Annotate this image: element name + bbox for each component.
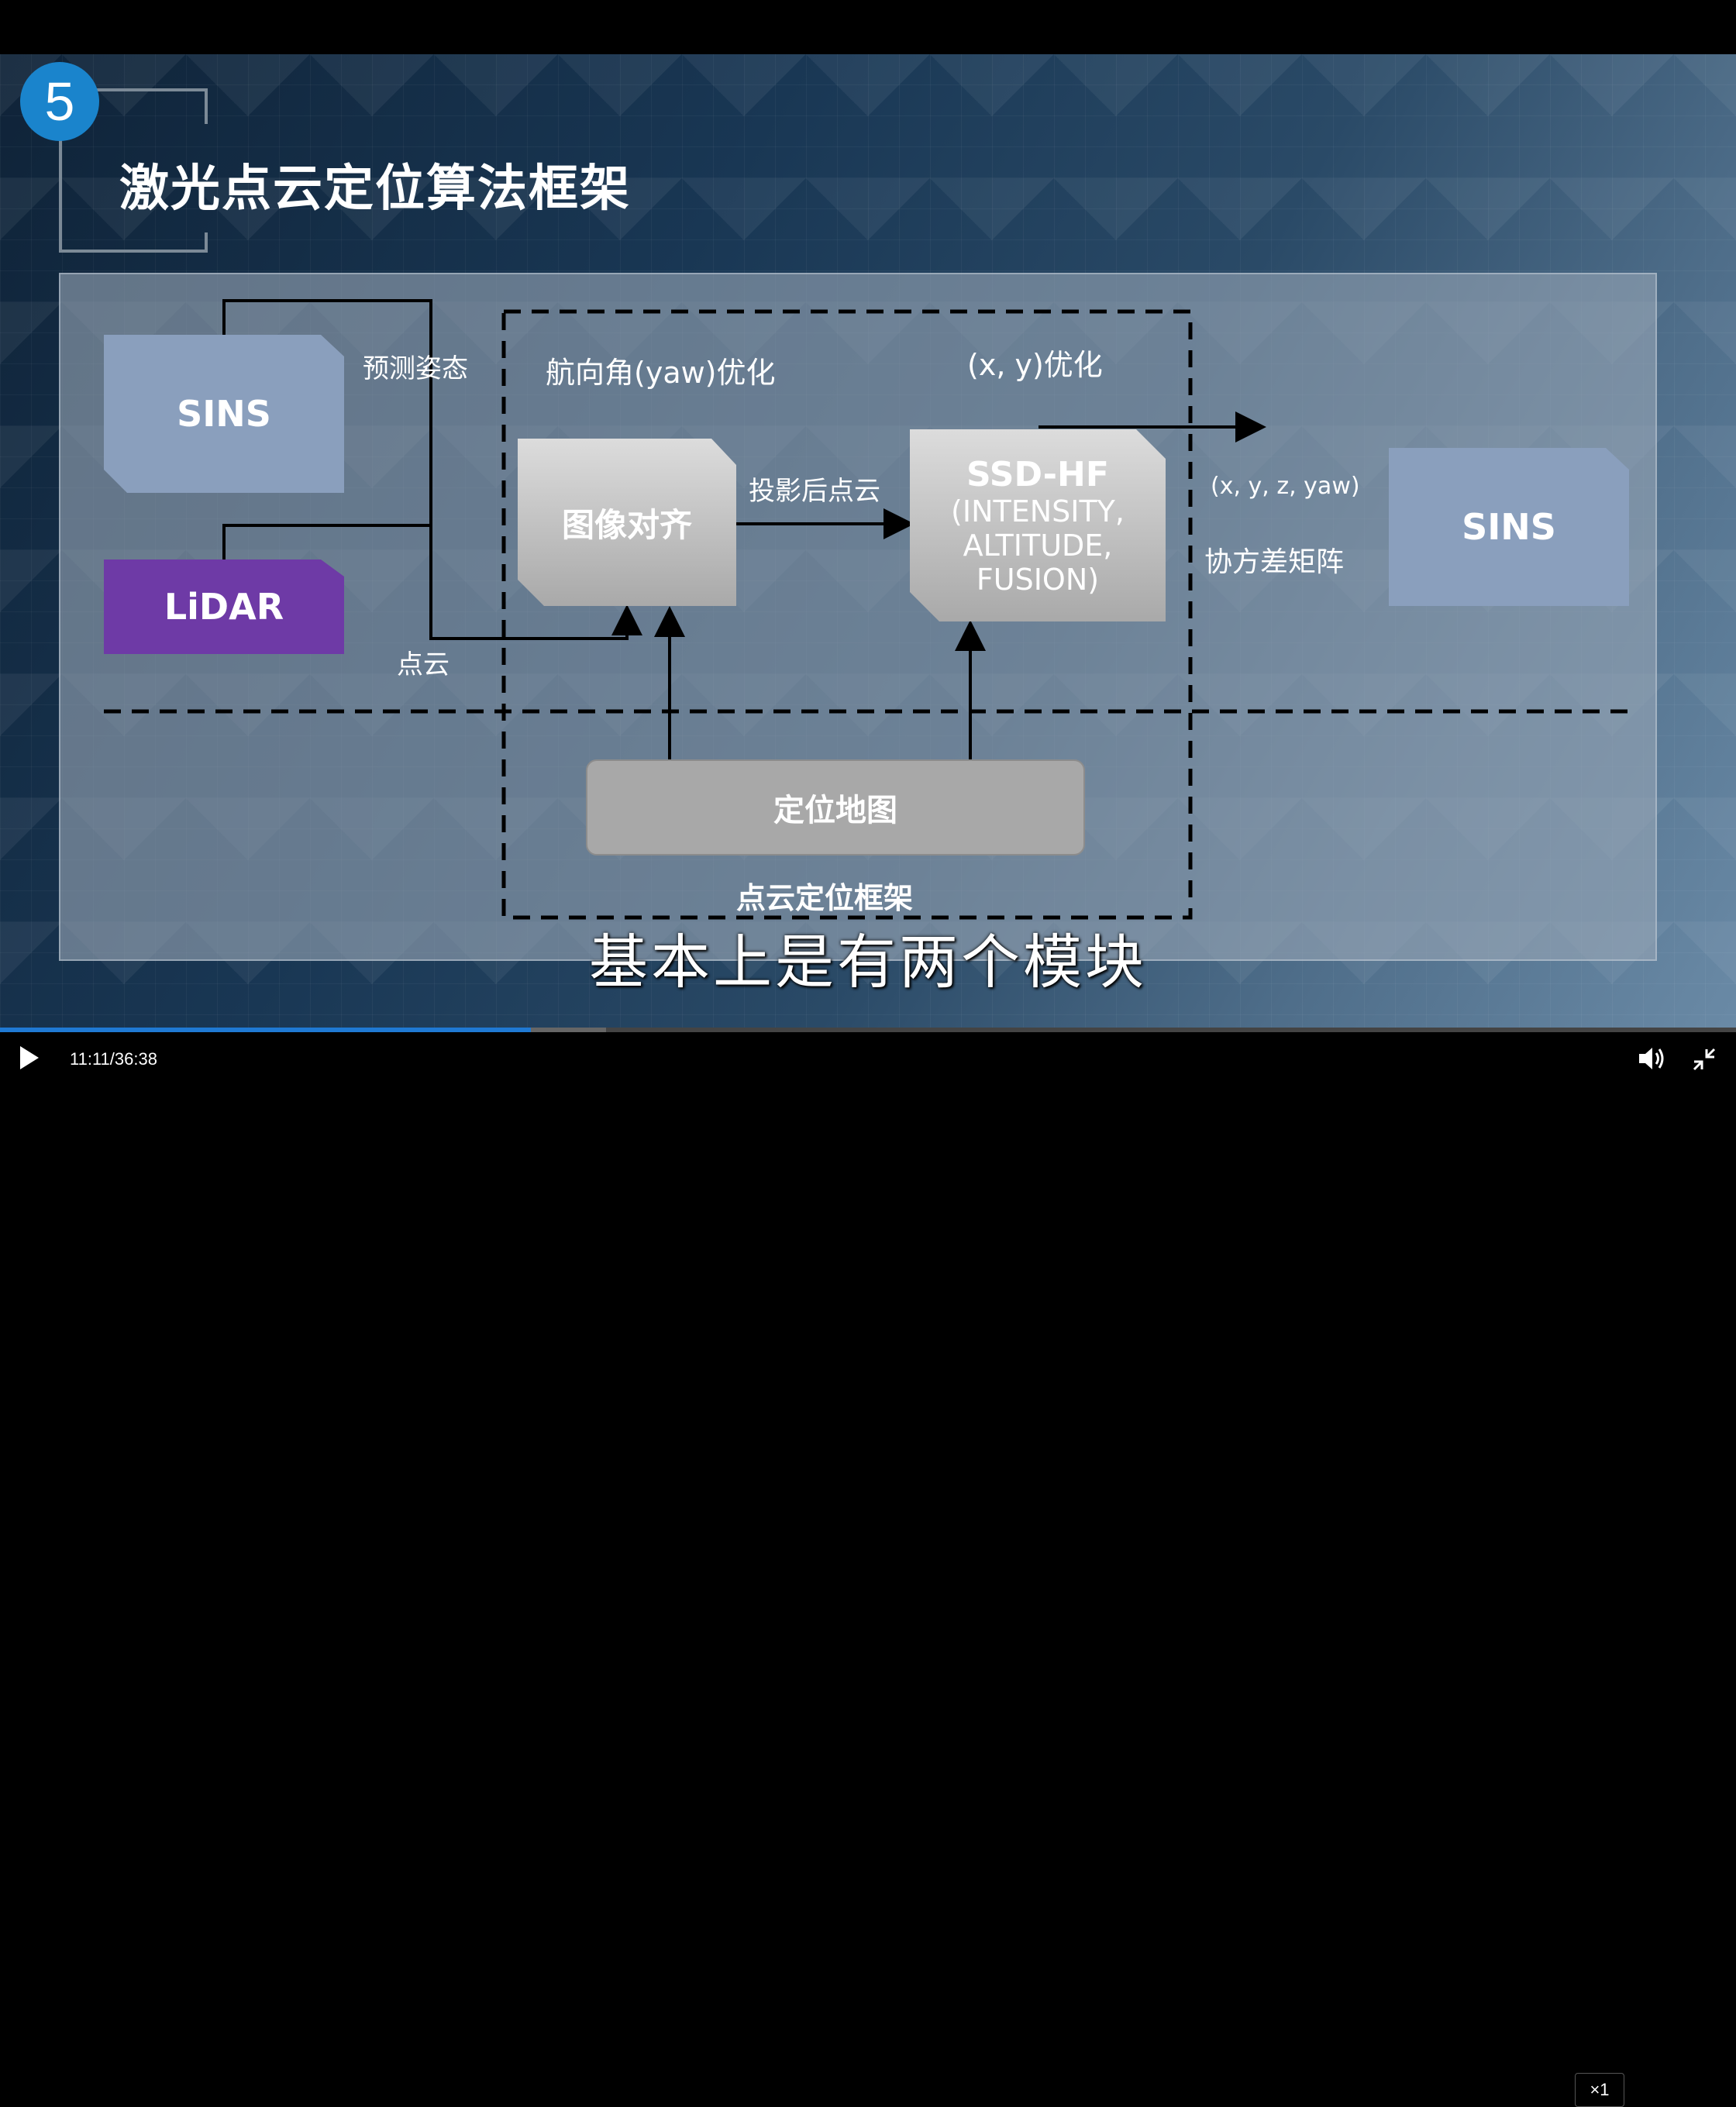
ssd-hf-line3: FUSION) <box>976 562 1100 597</box>
point-cloud-label: 点云 <box>397 649 450 680</box>
localization-map-label: 定位地图 <box>773 793 897 828</box>
ssd-hf-box: SSD-HF (INTENSITY, ALTITUDE, FUSION) <box>910 429 1166 621</box>
sins-label-right: SINS <box>1462 506 1556 548</box>
top-letterbox <box>0 0 1736 54</box>
framework-caption: 点云定位框架 <box>736 881 914 915</box>
sins-box-right: SINS <box>1389 448 1629 606</box>
covariance-label: 协方差矩阵 <box>1204 546 1345 578</box>
sins-box-left: SINS <box>104 335 344 493</box>
exit-fullscreen-icon[interactable] <box>1691 1046 1717 1072</box>
time-display: 11:11/36:38 <box>70 1049 157 1069</box>
output-state-label: (x, y, z, yaw) <box>1211 473 1360 500</box>
predicted-attitude-label: 预测姿态 <box>363 353 468 384</box>
lidar-box: LiDAR <box>104 559 344 654</box>
video-frame[interactable]: 5 激光点云定位算法框架 SINS LiDAR 图像对齐 SSD-HF (INT… <box>0 54 1736 1032</box>
volume-icon[interactable] <box>1637 1045 1668 1072</box>
play-icon[interactable] <box>20 1046 39 1069</box>
image-align-label: 图像对齐 <box>561 505 692 544</box>
ssd-hf-line2: ALTITUDE, <box>963 528 1113 563</box>
projected-cloud-label: 投影后点云 <box>749 476 880 507</box>
current-time: 11:11 <box>70 1049 110 1069</box>
duration: 36:38 <box>114 1049 157 1069</box>
localization-map-box: 定位地图 <box>586 759 1085 856</box>
lidar-label: LiDAR <box>164 586 284 628</box>
ssd-hf-line1: (INTENSITY, <box>951 494 1125 528</box>
player-controls: ×1 <box>0 1032 1736 2107</box>
sins-label-left: SINS <box>177 393 271 435</box>
video-subtitle: 基本上是有两个模块 <box>589 928 1147 997</box>
yaw-optimization-label: 航向角(yaw)优化 <box>546 356 776 390</box>
image-align-box: 图像对齐 <box>518 439 736 606</box>
lidar-to-cloud-line <box>222 524 431 559</box>
speed-button[interactable]: ×1 <box>1575 2073 1624 2107</box>
xy-optimization-label: (x, y)优化 <box>967 348 1103 382</box>
ssd-hf-title: SSD-HF <box>966 454 1109 494</box>
